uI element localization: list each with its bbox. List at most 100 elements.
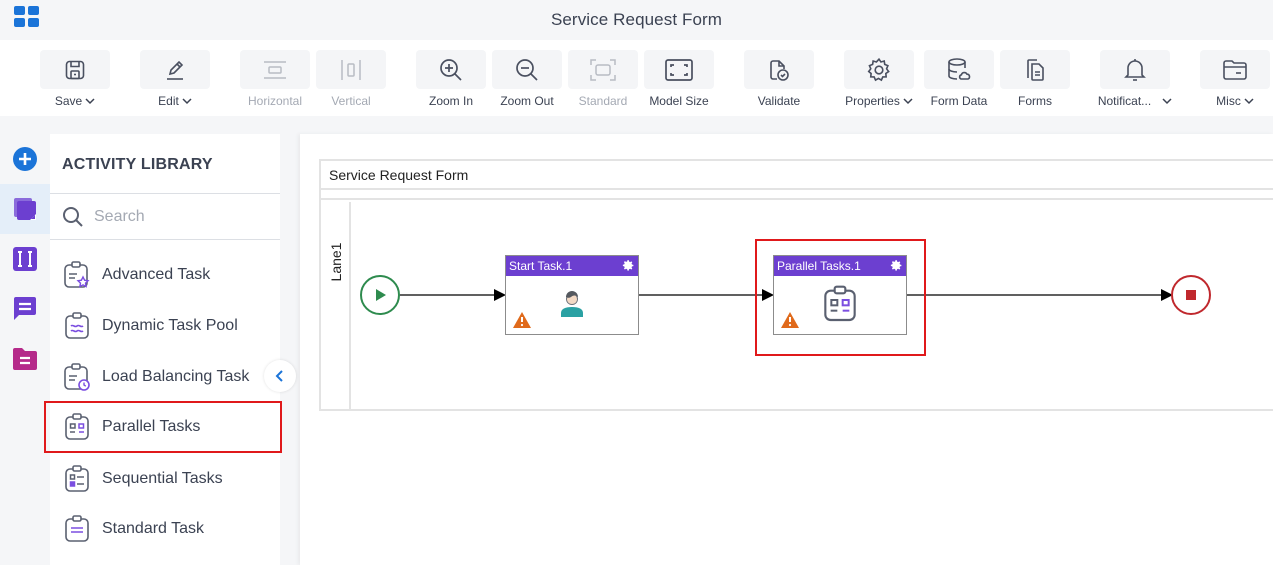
left-rail	[0, 134, 50, 565]
chevron-down-icon	[85, 97, 95, 104]
sequential-tasks-icon	[65, 465, 89, 492]
sequence-flow[interactable]	[907, 289, 1173, 301]
chevron-left-icon	[275, 370, 283, 382]
divider	[50, 239, 280, 240]
form-data-label: Form Data	[930, 94, 988, 108]
task-header: Start Task.1	[506, 256, 638, 276]
zoom-in-icon	[440, 58, 462, 81]
validate-button[interactable]: Validate	[744, 50, 814, 108]
chevron-down-icon	[1162, 97, 1172, 104]
add-circle-icon	[13, 147, 37, 171]
library-search	[50, 194, 280, 240]
gear-icon	[867, 57, 890, 81]
library-item-label: Advanced Task	[102, 266, 211, 283]
rail-variables-button[interactable]	[0, 234, 50, 284]
vertical-label: Vertical	[331, 94, 371, 108]
rail-activity-library-button[interactable]	[0, 184, 50, 234]
start-event[interactable]	[360, 275, 400, 315]
parallel-tasks-icon	[65, 413, 89, 440]
vertical-layout-icon	[341, 59, 361, 80]
save-label: Save	[54, 94, 83, 108]
edit-label: Edit	[158, 94, 179, 108]
library-item-label: Dynamic Task Pool	[102, 317, 238, 334]
dynamic-task-pool-icon	[65, 312, 89, 339]
standard-label: Standard	[578, 94, 628, 108]
library-item-label: Load Balancing Task	[102, 368, 250, 385]
bell-icon	[1124, 58, 1146, 81]
search-input[interactable]	[94, 208, 264, 226]
notifications-button[interactable]: Notificat...	[1097, 50, 1172, 108]
zoom-out-icon	[516, 58, 538, 81]
task-start-task[interactable]: Start Task.1	[505, 255, 639, 335]
zoom-in-button[interactable]: Zoom In	[416, 50, 486, 108]
library-title: ACTIVITY LIBRARY	[62, 156, 213, 173]
rail-add-button[interactable]	[0, 134, 50, 184]
vertical-button[interactable]: Vertical	[316, 50, 386, 108]
activity-library-icon	[14, 198, 36, 220]
properties-label: Properties	[845, 94, 900, 108]
library-item-load-balancing-task[interactable]: Load Balancing Task	[50, 352, 280, 402]
form-data-button[interactable]: Form Data	[924, 50, 994, 108]
title-bar: Service Request Form	[0, 0, 1273, 40]
chevron-down-icon	[182, 97, 192, 104]
page-title: Service Request Form	[550, 10, 723, 29]
library-item-label: Standard Task	[102, 520, 204, 537]
gear-icon[interactable]	[622, 259, 635, 272]
variables-icon	[13, 247, 37, 271]
zoom-in-label: Zoom In	[428, 94, 473, 108]
database-icon	[948, 57, 971, 80]
collapse-panel-button[interactable]	[264, 360, 296, 392]
chevron-down-icon	[1244, 97, 1254, 104]
library-item-advanced-task[interactable]: Advanced Task	[50, 250, 280, 300]
folder-icon	[1223, 59, 1247, 80]
fit-screen-icon	[665, 58, 693, 81]
validate-label: Validate	[757, 94, 801, 108]
model-size-label: Model Size	[649, 94, 709, 108]
library-item-parallel-tasks[interactable]: Parallel Tasks	[44, 401, 282, 453]
edit-button[interactable]: Edit	[140, 50, 210, 108]
standard-size-icon	[590, 58, 616, 81]
misc-button[interactable]: Misc	[1200, 50, 1270, 108]
load-balancing-task-icon	[64, 363, 90, 391]
library-item-label: Parallel Tasks	[102, 418, 201, 435]
horizontal-button[interactable]: Horizontal	[240, 50, 310, 108]
save-icon	[65, 60, 85, 79]
library-item-dynamic-task-pool[interactable]: Dynamic Task Pool	[50, 301, 280, 351]
zoom-out-label: Zoom Out	[500, 94, 554, 108]
task-label: Start Task.1	[509, 259, 573, 273]
end-event[interactable]	[1171, 275, 1211, 315]
zoom-out-button[interactable]: Zoom Out	[492, 50, 562, 108]
properties-button[interactable]: Properties	[844, 50, 914, 108]
user-icon	[561, 291, 583, 317]
chevron-down-icon	[903, 97, 913, 104]
library-item-label: Sequential Tasks	[102, 470, 223, 487]
sequence-flow[interactable]	[639, 289, 774, 301]
notifications-label: Notificat...	[1097, 94, 1152, 108]
validate-icon	[770, 59, 789, 81]
document-folder-icon	[13, 348, 37, 370]
rail-messages-button[interactable]	[0, 284, 50, 334]
misc-label: Misc	[1216, 94, 1241, 108]
search-icon	[63, 207, 83, 227]
toolbar: Save Edit Horizontal Vertical Zoom In Zo…	[0, 40, 1273, 116]
horizontal-label: Horizontal	[247, 94, 303, 108]
sequence-flow[interactable]	[400, 289, 506, 301]
stop-icon	[1186, 290, 1196, 300]
warning-icon[interactable]	[513, 312, 531, 328]
library-item-sequential-tasks[interactable]: Sequential Tasks	[50, 454, 280, 504]
advanced-task-icon	[64, 261, 90, 288]
forms-label: Forms	[1018, 94, 1052, 108]
selection-highlight	[755, 239, 926, 356]
forms-button[interactable]: Forms	[1000, 50, 1070, 108]
library-item-standard-task[interactable]: Standard Task	[50, 504, 280, 554]
model-size-button[interactable]: Model Size	[644, 50, 714, 108]
standard-button[interactable]: Standard	[568, 50, 638, 108]
horizontal-layout-icon	[264, 60, 286, 79]
forms-icon	[1027, 58, 1044, 81]
rail-documents-button[interactable]	[0, 334, 50, 384]
message-icon	[14, 297, 36, 320]
pencil-icon	[167, 60, 184, 80]
standard-task-icon	[65, 515, 89, 542]
process-canvas[interactable]: Service Request Form Lane1 Start Task.1 …	[300, 134, 1273, 565]
save-button[interactable]: Save	[40, 50, 110, 108]
